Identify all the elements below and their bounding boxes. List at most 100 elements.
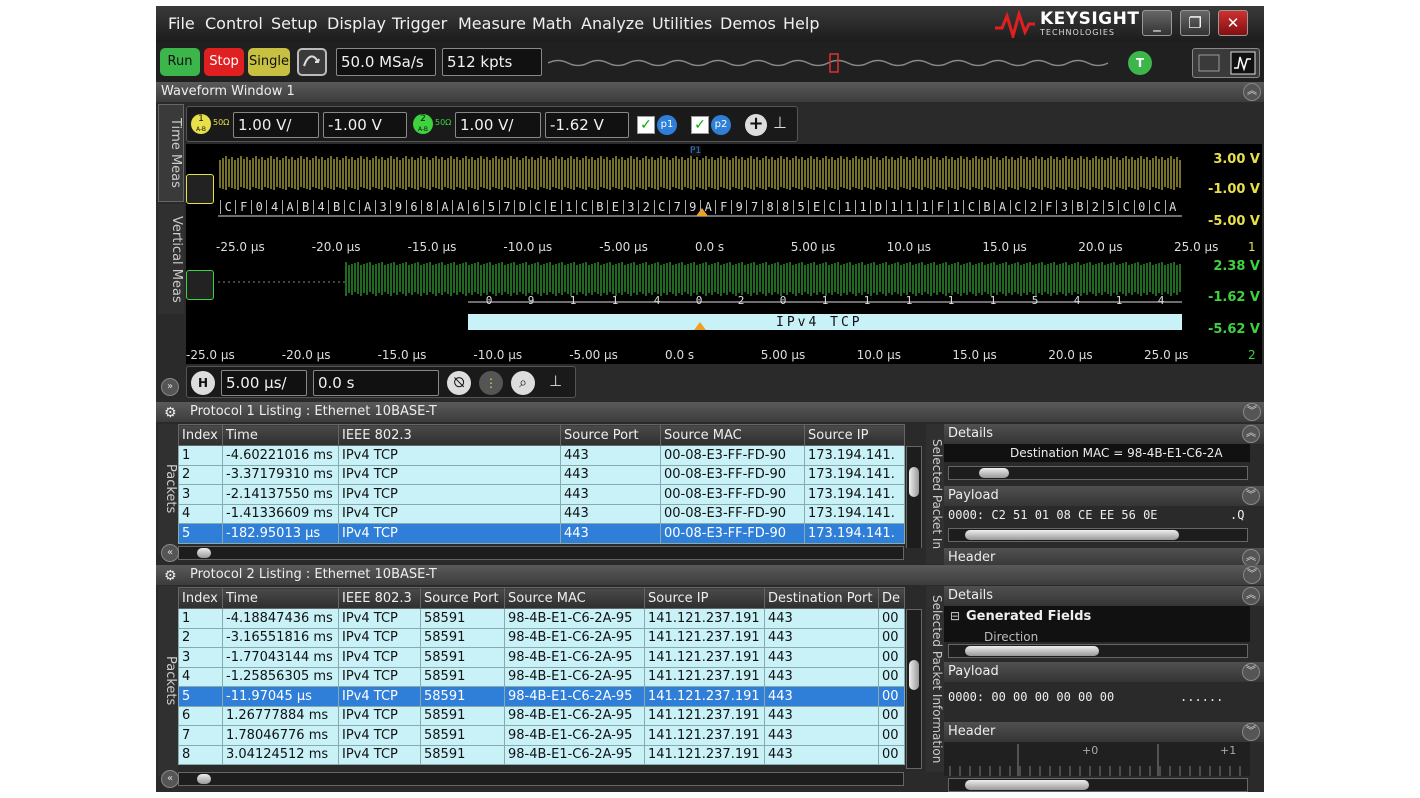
table-row[interactable]: 5 -11.97045 µs IPv4 TCP 58591 98-4B-E1-C6-2A… — [178, 686, 905, 707]
protocol1-collapse-icon[interactable]: ︾ — [1243, 403, 1261, 421]
p1-checkbox[interactable]: ✓ — [637, 116, 655, 134]
expand-side-panel-icon[interactable]: » — [161, 378, 179, 396]
table-row[interactable]: 3 -1.77043144 ms IPv4 TCP 58591 98-4B-E1-C6-… — [178, 647, 905, 668]
ch1-offset-field[interactable]: -1.00 V — [323, 112, 407, 138]
column-header[interactable]: IEEE 802.3 — [338, 587, 421, 609]
column-header[interactable]: Source Port — [560, 424, 661, 446]
collapse-waveform-icon[interactable]: ︽ — [1243, 83, 1261, 101]
restore-button[interactable]: ❐ — [1180, 10, 1210, 36]
p2-badge[interactable]: p2 — [711, 115, 731, 135]
protocol1-hscroll-thumb[interactable] — [197, 548, 211, 558]
protocol2-header-hscroll[interactable] — [948, 778, 1248, 792]
horizontal-badge[interactable]: H — [191, 371, 215, 395]
protocol2-details-hscroll[interactable] — [948, 644, 1248, 658]
column-header[interactable]: Source MAC — [660, 424, 805, 446]
protocol1-payload-hscroll[interactable] — [948, 528, 1248, 542]
direction-field[interactable]: Direction — [984, 630, 1038, 642]
column-header[interactable]: Time — [222, 424, 339, 446]
table-row[interactable]: 7 1.78046776 ms IPv4 TCP 58591 98-4B-E1-C6-2… — [178, 725, 905, 746]
column-header[interactable]: De — [878, 587, 905, 609]
p2-checkbox[interactable]: ✓ — [691, 116, 709, 134]
fine-adjust-icon[interactable]: ⋮ — [479, 371, 503, 395]
menu-setup[interactable]: Setup — [271, 14, 318, 33]
table-row[interactable]: 4 -1.25856305 ms IPv4 TCP 58591 98-4B-E1-C6-… — [178, 666, 905, 687]
protocol1-info-tab[interactable]: Selected Packet In — [926, 424, 944, 564]
tree-collapse-icon[interactable]: ⊟ — [950, 609, 960, 623]
timebase-pin-icon[interactable]: ⊥ — [549, 372, 562, 390]
timebase-position-field[interactable]: 0.0 s — [313, 370, 439, 396]
column-header[interactable]: Source IP — [804, 424, 905, 446]
protocol1-details-thumb[interactable] — [979, 468, 1009, 478]
protocol2-header-thumb[interactable] — [965, 780, 1089, 790]
table-row[interactable]: 5 -182.95013 µs IPv4 TCP 443 00-08-E3-FF-FD-… — [178, 523, 905, 544]
protocol2-vscroll-thumb[interactable] — [909, 660, 919, 690]
protocol2-payload-collapse-icon[interactable]: ︾ — [1242, 663, 1260, 681]
protocol2-expand-icon[interactable]: « — [161, 770, 179, 788]
column-header[interactable]: Time — [222, 587, 339, 609]
ch2-offset-field[interactable]: -1.62 V — [545, 112, 629, 138]
menu-control[interactable]: Control — [205, 14, 263, 33]
menu-file[interactable]: File — [168, 14, 195, 33]
waveform-display[interactable]: P1 CF04AB4BCA3968AA657DCE1CBE32C79AF9788… — [186, 144, 1262, 364]
ch2-ground-marker-icon[interactable] — [186, 270, 214, 300]
protocol1-hscroll[interactable] — [178, 546, 904, 560]
zoom-reset-icon[interactable]: ⦰ — [447, 371, 471, 395]
column-header[interactable]: Source Port — [420, 587, 505, 609]
protocol2-details-thumb[interactable] — [965, 646, 1099, 656]
protocol2-details-collapse-icon[interactable]: ︽ — [1242, 587, 1260, 605]
table-row[interactable]: 1 -4.60221016 ms IPv4 TCP 443 00-08-E3-FF-FD… — [178, 445, 905, 466]
ch1-scale-field[interactable]: 1.00 V/ — [233, 112, 319, 138]
column-header[interactable]: Source MAC — [504, 587, 645, 609]
touch-toggle-button[interactable] — [1192, 48, 1260, 78]
protocol2-info-tab[interactable]: Selected Packet Information — [926, 586, 944, 772]
protocol1-expand-icon[interactable]: « — [161, 544, 179, 562]
menu-demos[interactable]: Demos — [720, 14, 776, 33]
auto-scale-button[interactable] — [297, 48, 327, 76]
protocol1-payload-thumb[interactable] — [965, 530, 1179, 540]
column-header[interactable]: Index — [178, 424, 223, 446]
column-header[interactable]: Destination Port — [764, 587, 879, 609]
menu-measure[interactable]: Measure — [458, 14, 526, 33]
stop-button[interactable]: Stop — [204, 48, 244, 76]
column-header[interactable]: Index — [178, 587, 223, 609]
minimize-button[interactable]: _ — [1142, 10, 1172, 36]
protocol2-vscroll[interactable] — [906, 609, 922, 769]
run-button[interactable]: Run — [160, 48, 200, 76]
protocol2-hscroll-thumb[interactable] — [197, 774, 211, 784]
menu-help[interactable]: Help — [783, 14, 819, 33]
protocol2-packets-tab[interactable]: Packets — [158, 586, 178, 776]
time-meas-tab[interactable]: Time Meas — [158, 104, 184, 202]
column-header[interactable]: IEEE 802.3 — [338, 424, 561, 446]
single-button[interactable]: Single — [248, 48, 290, 76]
protocol1-details-collapse-icon[interactable]: ︽ — [1242, 425, 1260, 443]
ch2-badge[interactable]: 2 A-B — [413, 114, 433, 134]
generated-fields-group[interactable]: Generated Fields — [966, 609, 1091, 624]
trigger-indicator[interactable]: T — [1128, 51, 1152, 75]
table-row[interactable]: 3 -2.14137550 ms IPv4 TCP 443 00-08-E3-FF-FD… — [178, 484, 905, 505]
table-row[interactable]: 2 -3.37179310 ms IPv4 TCP 443 00-08-E3-FF-FD… — [178, 464, 905, 485]
table-row[interactable]: 6 1.26777884 ms IPv4 TCP 58591 98-4B-E1-C6-2… — [178, 705, 905, 726]
protocol2-hscroll[interactable] — [178, 772, 904, 786]
p1-badge[interactable]: p1 — [657, 115, 677, 135]
column-header[interactable]: Source IP — [644, 587, 765, 609]
protocol1-settings-gear-icon[interactable]: ⚙ — [164, 403, 177, 423]
table-row[interactable]: 1 -4.18847436 ms IPv4 TCP 58591 98-4B-E1-C6-… — [178, 608, 905, 629]
protocol2-settings-gear-icon[interactable]: ⚙ — [164, 566, 177, 586]
ch2-scale-field[interactable]: 1.00 V/ — [455, 112, 541, 138]
zoom-icon[interactable]: ⌕ — [511, 371, 535, 395]
vertical-meas-tab[interactable]: Vertical Meas — [158, 204, 184, 314]
protocol2-collapse-icon[interactable]: ︾ — [1243, 566, 1261, 584]
ch1-ground-marker-icon[interactable] — [186, 174, 214, 204]
menu-trigger[interactable]: Trigger — [392, 14, 447, 33]
table-row[interactable]: 8 3.04124512 ms IPv4 TCP 58591 98-4B-E1-C6-2… — [178, 744, 905, 765]
protocol1-vscroll[interactable] — [906, 446, 922, 548]
table-row[interactable]: 2 -3.16551816 ms IPv4 TCP 58591 98-4B-E1-C6-… — [178, 627, 905, 648]
menu-display[interactable]: Display — [327, 14, 386, 33]
add-channel-icon[interactable]: + — [745, 114, 767, 136]
menu-math[interactable]: Math — [532, 14, 572, 33]
protocol1-packets-tab[interactable]: Packets — [158, 424, 178, 554]
timebase-scale-field[interactable]: 5.00 µs/ — [221, 370, 307, 396]
menu-utilities[interactable]: Utilities — [652, 14, 712, 33]
protocol2-header-collapse-icon[interactable]: ︾ — [1242, 723, 1260, 741]
protocol1-vscroll-thumb[interactable] — [909, 467, 919, 497]
